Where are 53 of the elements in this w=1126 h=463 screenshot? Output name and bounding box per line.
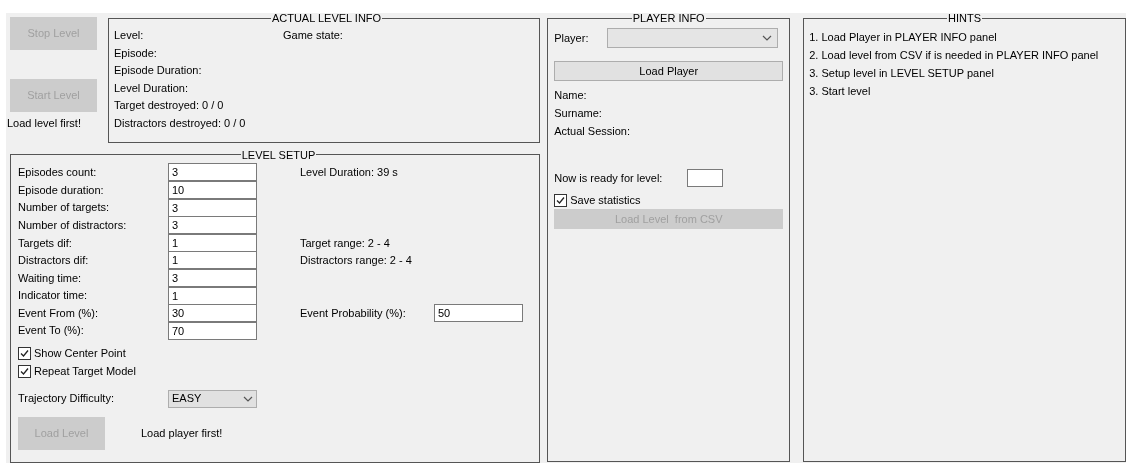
group-title: HINTS (947, 12, 983, 24)
field-label: Episodes count: (18, 166, 97, 179)
field-label: Event From (%): (18, 306, 99, 319)
info-label: Level Duration: 39 s (300, 166, 398, 179)
info-label: Episode: (114, 45, 157, 61)
input-field[interactable]: 3 (168, 163, 257, 182)
info-label: Surname: (554, 105, 602, 121)
info-label: Target destroyed: 0 / 0 (114, 98, 224, 114)
field-label: Indicator time: (18, 289, 88, 302)
group-title: ACTUAL LEVEL INFO (270, 12, 383, 24)
field-label: Event To (%): (18, 324, 84, 337)
hint-text: 3. Setup level in LEVEL SETUP panel (809, 66, 994, 81)
input-field[interactable] (687, 169, 724, 188)
info-label: Distractors range: 2 - 4 (300, 254, 412, 267)
input-field[interactable]: 30 (168, 304, 257, 323)
checkbox[interactable] (18, 347, 31, 360)
field-label: Distractors dif: (18, 254, 89, 267)
chevron-icon (243, 395, 253, 402)
info-label: Episode Duration: (114, 63, 202, 79)
group-title: LEVEL SETUP (240, 148, 317, 161)
field-label: Now is ready for level: (554, 172, 663, 185)
group-title: PLAYER INFO (631, 12, 706, 24)
input-field[interactable]: 50 (434, 304, 523, 323)
chevron-icon (762, 35, 773, 41)
field-label: Waiting time: (18, 271, 82, 284)
checkbox-label: Show Center Point (34, 346, 126, 362)
info-label: Level Duration: (114, 80, 188, 96)
info-label: Actual Session: (554, 123, 631, 139)
field-label: Number of targets: (18, 201, 110, 214)
info-label: Target range: 2 - 4 (300, 236, 390, 249)
field-label: Targets dif: (18, 236, 72, 249)
dropdown[interactable]: EASY (168, 389, 257, 408)
button[interactable]: Load Player (554, 61, 784, 81)
info-label: Name: (554, 88, 587, 103)
field-label: Episode duration: (18, 183, 104, 196)
input-field[interactable]: 3 (168, 216, 257, 235)
checkbox[interactable] (554, 193, 568, 207)
info-label: Game state: (283, 28, 343, 43)
hint-text: 3. Start level (809, 84, 871, 99)
checkbox[interactable] (18, 365, 31, 378)
info-label: Event Probability (%): (300, 306, 406, 319)
status-message: Load player first! (141, 425, 223, 441)
checkbox-label: Repeat Target Model (34, 364, 136, 380)
field-label: Player: (554, 31, 589, 44)
hint-text: 1. Load Player in PLAYER INFO panel (809, 30, 997, 45)
checkbox-label: Save statistics (570, 193, 641, 209)
hint-text: 2. Load level from CSV if is needed in PLAYER INFO panel (809, 48, 1099, 63)
status-message: Load level first! (7, 116, 82, 131)
input-field[interactable]: 1 (168, 251, 257, 270)
field-label: Trajectory Difficulty: (18, 392, 114, 405)
info-label: Level: (114, 28, 144, 43)
field-label: Number of distractors: (18, 218, 127, 231)
info-label: Distractors destroyed: 0 / 0 (114, 115, 246, 131)
